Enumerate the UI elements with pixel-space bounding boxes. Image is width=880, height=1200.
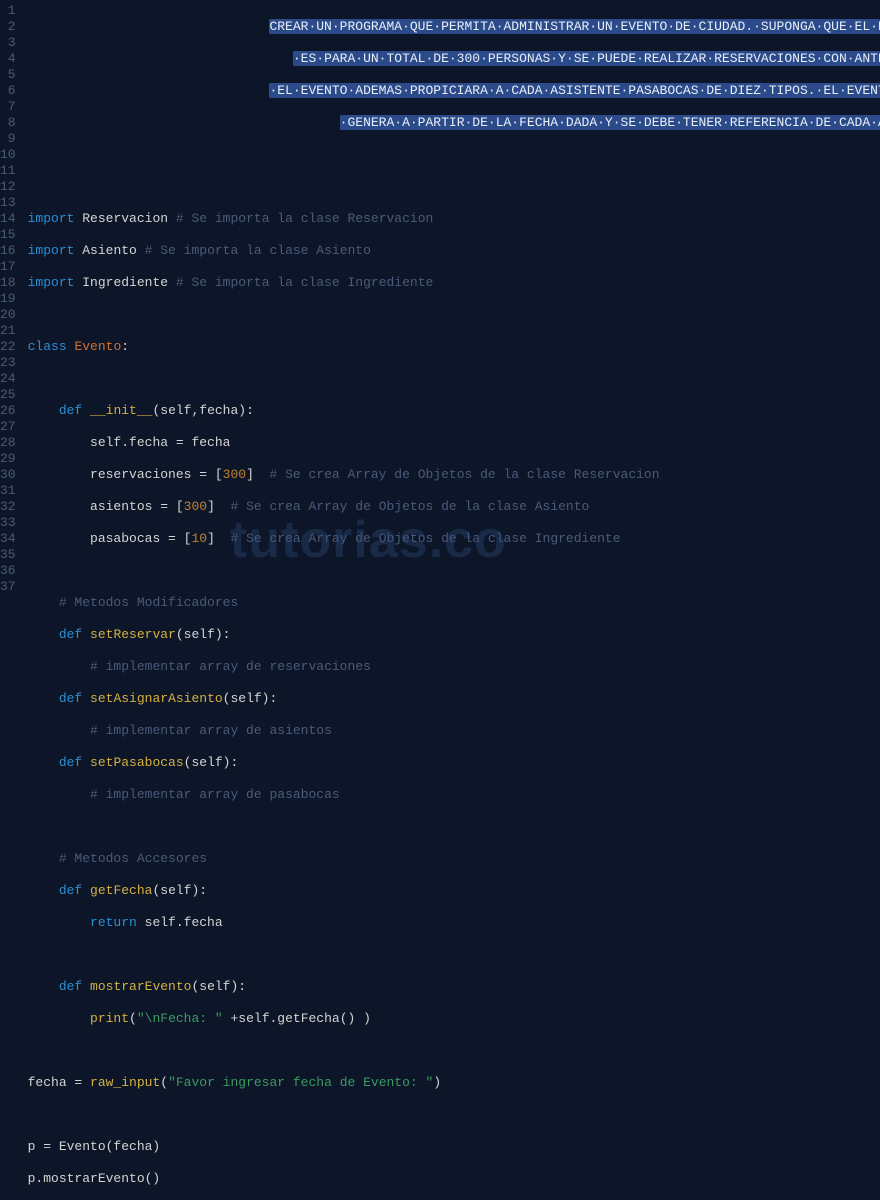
code-line: return self.fecha <box>28 915 880 931</box>
line-number: 35 <box>0 547 16 563</box>
blank-line <box>28 563 880 579</box>
line-number: 22 <box>0 339 16 355</box>
line-number: 10 <box>0 147 16 163</box>
line-number: 25 <box>0 387 16 403</box>
blank-line <box>28 179 880 195</box>
code-line: class Evento: <box>28 339 880 355</box>
line-number: 27 <box>0 419 16 435</box>
blank-line <box>28 819 880 835</box>
code-line: pasabocas = [10] # Se crea Array de Obje… <box>28 531 880 547</box>
line-number: 7 <box>0 99 16 115</box>
code-line: p.mostrarEvento() <box>28 1171 880 1187</box>
code-editor[interactable]: 1234567891011121314151617181920212223242… <box>0 0 880 600</box>
line-number: 12 <box>0 179 16 195</box>
line-number: 3 <box>0 35 16 51</box>
code-line: def setReservar(self): <box>28 627 880 643</box>
comment-line: CREAR·UN·PROGRAMA·QUE·PERMITA·ADMINISTRA… <box>28 19 880 35</box>
line-number: 15 <box>0 227 16 243</box>
code-line: # Metodos Modificadores <box>28 595 880 611</box>
code-line: fecha = raw_input("Favor ingresar fecha … <box>28 1075 880 1091</box>
line-number: 29 <box>0 451 16 467</box>
line-number: 6 <box>0 83 16 99</box>
code-line: def setPasabocas(self): <box>28 755 880 771</box>
code-line: # implementar array de asientos <box>28 723 880 739</box>
line-number: 13 <box>0 195 16 211</box>
line-number: 5 <box>0 67 16 83</box>
blank-line <box>28 307 880 323</box>
code-line: reservaciones = [300] # Se crea Array de… <box>28 467 880 483</box>
line-number: 24 <box>0 371 16 387</box>
code-line: asientos = [300] # Se crea Array de Obje… <box>28 499 880 515</box>
code-line: def getFecha(self): <box>28 883 880 899</box>
line-number: 8 <box>0 115 16 131</box>
code-line: import Ingrediente # Se importa la clase… <box>28 275 880 291</box>
line-number: 28 <box>0 435 16 451</box>
line-gutter: 1234567891011121314151617181920212223242… <box>0 0 28 600</box>
line-number: 30 <box>0 467 16 483</box>
line-number: 20 <box>0 307 16 323</box>
line-number: 16 <box>0 243 16 259</box>
blank-line <box>28 371 880 387</box>
line-number: 19 <box>0 291 16 307</box>
code-line: # implementar array de pasabocas <box>28 787 880 803</box>
line-number: 31 <box>0 483 16 499</box>
comment-line: ·ES·PARA·UN·TOTAL·DE·300·PERSONAS·Y·SE·P… <box>28 51 880 67</box>
line-number: 2 <box>0 19 16 35</box>
line-number: 37 <box>0 579 16 595</box>
line-number: 17 <box>0 259 16 275</box>
line-number: 18 <box>0 275 16 291</box>
line-number: 33 <box>0 515 16 531</box>
blank-line <box>28 1107 880 1123</box>
comment-line: ·EL·EVENTO·ADEMAS·PROPICIARA·A·CADA·ASIS… <box>28 83 880 99</box>
comment-line: ·GENERA·A·PARTIR·DE·LA·FECHA·DADA·Y·SE·D… <box>28 115 880 131</box>
line-number: 26 <box>0 403 16 419</box>
blank-line <box>28 1043 880 1059</box>
code-line: def mostrarEvento(self): <box>28 979 880 995</box>
line-number: 11 <box>0 163 16 179</box>
code-line: def setAsignarAsiento(self): <box>28 691 880 707</box>
line-number: 23 <box>0 355 16 371</box>
code-area[interactable]: CREAR·UN·PROGRAMA·QUE·PERMITA·ADMINISTRA… <box>28 0 880 600</box>
line-number: 4 <box>0 51 16 67</box>
line-number: 32 <box>0 499 16 515</box>
line-number: 21 <box>0 323 16 339</box>
line-number: 1 <box>0 3 16 19</box>
line-number: 34 <box>0 531 16 547</box>
line-number: 36 <box>0 563 16 579</box>
code-line: self.fecha = fecha <box>28 435 880 451</box>
code-line: p = Evento(fecha) <box>28 1139 880 1155</box>
code-line: # implementar array de reservaciones <box>28 659 880 675</box>
line-number: 14 <box>0 211 16 227</box>
blank-line <box>28 947 880 963</box>
line-number: 9 <box>0 131 16 147</box>
code-line: def __init__(self,fecha): <box>28 403 880 419</box>
code-line: print("\nFecha: " +self.getFecha() ) <box>28 1011 880 1027</box>
blank-line <box>28 147 880 163</box>
code-line: import Asiento # Se importa la clase Asi… <box>28 243 880 259</box>
code-line: import Reservacion # Se importa la clase… <box>28 211 880 227</box>
code-line: # Metodos Accesores <box>28 851 880 867</box>
